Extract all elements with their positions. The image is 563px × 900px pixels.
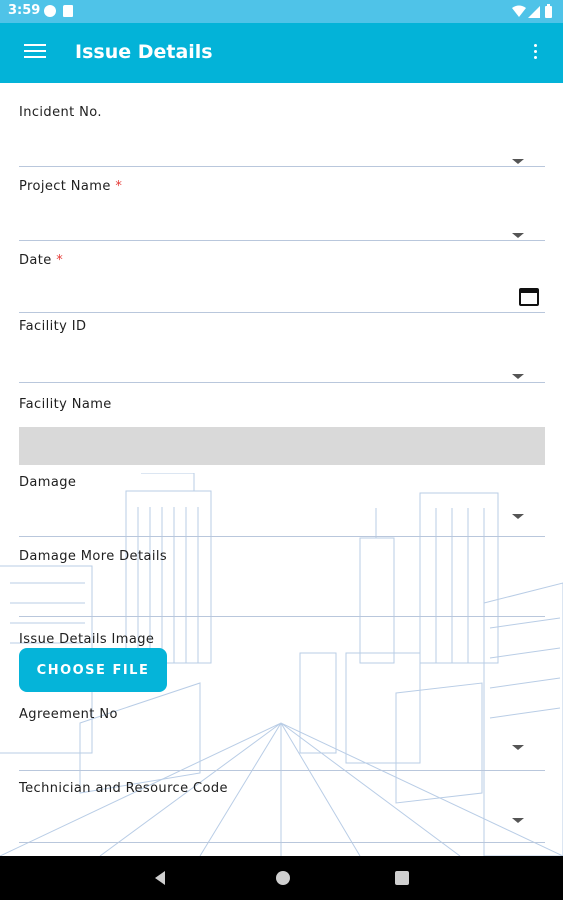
calendar-icon[interactable]	[519, 288, 539, 306]
chevron-down-icon	[512, 514, 524, 519]
project-name-dropdown[interactable]	[19, 201, 545, 241]
agreement-no-dropdown[interactable]	[19, 729, 545, 771]
status-time: 3:59	[8, 3, 41, 18]
issue-details-image-label: Issue Details Image	[19, 632, 155, 647]
technician-resource-code-dropdown[interactable]	[19, 803, 545, 843]
chevron-down-icon	[512, 818, 524, 823]
damage-more-details-input[interactable]	[19, 571, 545, 617]
sd-card-icon	[63, 5, 73, 17]
technician-resource-code-field: Technician and Resource Code	[19, 775, 545, 847]
date-label: Date *	[19, 253, 63, 268]
hamburger-menu-icon[interactable]	[24, 44, 46, 62]
chevron-down-icon	[512, 233, 524, 238]
damage-dropdown[interactable]	[19, 497, 545, 537]
date-label-text: Date	[19, 253, 52, 268]
agreement-no-label: Agreement No	[19, 707, 118, 722]
facility-id-label: Facility ID	[19, 319, 87, 334]
damage-more-details-label: Damage More Details	[19, 549, 168, 564]
project-name-label-text: Project Name	[19, 179, 111, 194]
choose-file-button[interactable]: CHOOSE FILE	[19, 648, 167, 692]
wifi-icon	[512, 5, 526, 17]
chevron-down-icon	[512, 374, 524, 379]
incident-no-dropdown[interactable]	[19, 127, 545, 167]
incident-no-field: Incident No.	[19, 99, 545, 171]
chevron-down-icon	[512, 159, 524, 164]
system-navigation-bar	[0, 856, 563, 900]
date-picker[interactable]	[19, 275, 545, 313]
battery-icon	[545, 6, 552, 18]
recent-apps-icon[interactable]	[395, 871, 409, 885]
issue-details-image-field: Issue Details Image CHOOSE FILE	[19, 626, 545, 696]
facility-id-dropdown[interactable]	[19, 341, 545, 383]
back-icon[interactable]	[155, 871, 165, 885]
technician-resource-code-label: Technician and Resource Code	[19, 781, 228, 796]
facility-name-field: Facility Name	[19, 391, 545, 467]
project-name-field: Project Name *	[19, 173, 545, 245]
required-mark: *	[56, 253, 64, 268]
incident-no-label: Incident No.	[19, 105, 102, 120]
agreement-no-field: Agreement No	[19, 701, 545, 773]
signal-icon	[528, 6, 540, 18]
damage-label: Damage	[19, 475, 77, 490]
status-bar: 3:59	[0, 0, 563, 23]
chevron-down-icon	[512, 745, 524, 750]
home-icon[interactable]	[276, 871, 290, 885]
app-bar: Issue Details	[0, 23, 563, 83]
pocket-icon	[44, 5, 56, 17]
damage-field: Damage	[19, 469, 545, 539]
issue-form: Incident No. Project Name * Date * Facil…	[0, 83, 563, 856]
project-name-label: Project Name *	[19, 179, 122, 194]
more-vertical-icon[interactable]	[532, 44, 538, 64]
facility-id-field: Facility ID	[19, 313, 545, 385]
status-right-icons	[512, 4, 552, 18]
page-title: Issue Details	[75, 41, 213, 63]
facility-name-input	[19, 427, 545, 465]
facility-name-label: Facility Name	[19, 397, 112, 412]
date-field: Date *	[19, 247, 545, 319]
damage-more-details-field: Damage More Details	[19, 543, 545, 621]
required-mark: *	[115, 179, 123, 194]
